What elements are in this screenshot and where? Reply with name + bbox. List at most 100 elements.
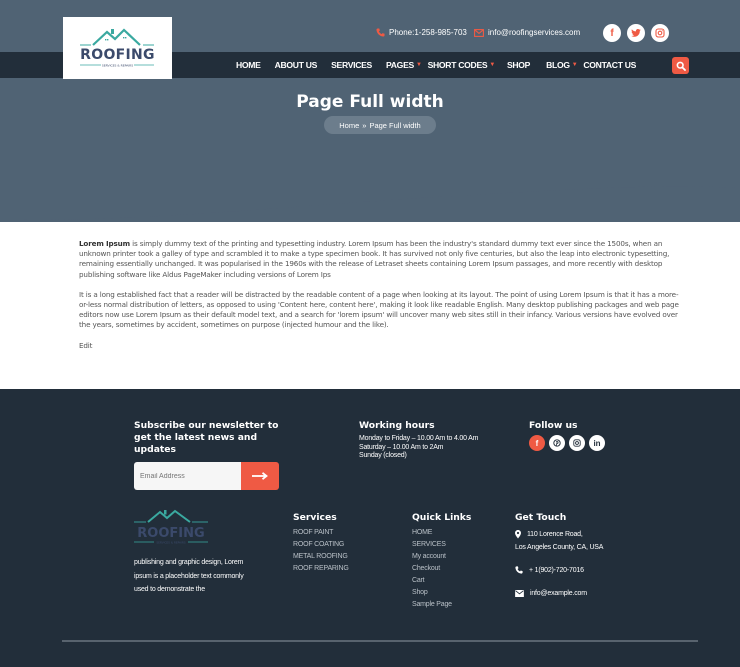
working-hours-section: Working hours Monday to Friday – 10.00 A…	[359, 420, 479, 461]
services-list: ROOF PAINT ROOF COATING METAL ROOFING RO…	[293, 527, 349, 575]
nav-pages[interactable]: PAGES ▼	[386, 60, 422, 70]
footer-facebook-link[interactable]: f	[529, 435, 545, 451]
roofing-logo-icon: ROOFING SERVICES & REPAIRS	[80, 28, 155, 68]
footer-logo-text: ROOFING	[137, 526, 204, 541]
facebook-icon: f	[610, 27, 614, 39]
breadcrumb-home[interactable]: Home	[339, 121, 359, 130]
hours-sunday: Sunday (closed)	[359, 452, 407, 459]
caret-down-icon: ▼	[489, 62, 495, 68]
breadcrumb: Home » Page Full width	[324, 116, 436, 134]
working-hours-list: Monday to Friday – 10.00 Am to 4.00 Am S…	[359, 435, 479, 461]
quick-link[interactable]: Cart	[412, 575, 471, 587]
instagram-link[interactable]	[651, 24, 669, 42]
quick-link[interactable]: SERVICES	[412, 539, 471, 551]
footer-pinterest-link[interactable]	[549, 435, 565, 451]
nav-label: SHORT CODES	[427, 60, 488, 70]
quick-link[interactable]: Checkout	[412, 563, 471, 575]
services-link[interactable]: ROOF COATING	[293, 539, 349, 551]
footer-logo[interactable]: ROOFING SERVICES & REPAIRS	[134, 509, 210, 549]
breadcrumb-separator-icon: »	[362, 120, 367, 130]
footer-social-links: f in	[529, 435, 605, 451]
quick-link[interactable]: Shop	[412, 587, 471, 599]
nav-contact-us[interactable]: CONTACT US	[583, 60, 636, 70]
hero-wave	[0, 185, 740, 220]
get-touch-heading: Get Touch	[515, 512, 567, 523]
address-row: 110 Lorence Road,	[515, 528, 603, 541]
email-text: info@roofingservices.com	[488, 28, 581, 37]
nav-label: SERVICES	[331, 60, 372, 70]
nav-services[interactable]: SERVICES	[331, 60, 372, 70]
nav-label: BLOG	[546, 60, 570, 70]
footer-phone: + 1(902)-720-7016	[529, 567, 584, 574]
pinterest-icon	[553, 439, 561, 447]
footer-linkedin-link[interactable]: in	[589, 435, 605, 451]
footer-about-text: publishing and graphic design, Lorem ips…	[134, 559, 244, 593]
newsletter-heading: Subscribe our newsletter to get the late…	[134, 420, 279, 455]
hours-weekday: Monday to Friday – 10.00 Am to 4.00 Am	[359, 435, 479, 442]
breadcrumb-current: Page Full width	[369, 120, 421, 130]
phone-icon	[376, 28, 385, 37]
follow-us-section: Follow us f in	[529, 420, 605, 451]
phone-text: Phone:1-258-985-703	[389, 28, 467, 37]
nav-about-us[interactable]: ABOUT US	[274, 60, 318, 70]
footer-instagram-link[interactable]	[569, 435, 585, 451]
page-content: Lorem Ipsum is simply dummy text of the …	[79, 239, 679, 351]
map-pin-icon	[515, 530, 521, 539]
quick-link[interactable]: My account	[412, 551, 471, 563]
instagram-icon	[655, 28, 665, 38]
search-button[interactable]	[672, 57, 689, 74]
phone-row[interactable]: + 1(902)-720-7016	[515, 564, 603, 577]
caret-down-icon: ▼	[415, 62, 422, 68]
footer-services: Services ROOF PAINT ROOF COATING METAL R…	[293, 512, 349, 575]
address-row-2: Los Angeles County, CA, USA	[515, 541, 603, 554]
logo-tagline: SERVICES & REPAIRS	[102, 64, 133, 68]
lorem-lead: Lorem Ipsum	[79, 239, 130, 248]
nav-label: PAGES	[385, 60, 414, 70]
services-link[interactable]: METAL ROOFING	[293, 551, 349, 563]
content-paragraph-1: Lorem Ipsum is simply dummy text of the …	[79, 239, 679, 280]
footer-quick-links: Quick Links HOME SERVICES My account Che…	[412, 512, 471, 611]
services-link[interactable]: ROOF REPARING	[293, 563, 349, 575]
quick-link[interactable]: Sample Page	[412, 599, 471, 611]
site-logo[interactable]: ROOFING SERVICES & REPAIRS	[63, 17, 172, 79]
main-nav: HOME ABOUT US SERVICES PAGES ▼ SHORT CODE…	[236, 52, 650, 78]
nav-blog[interactable]: BLOG ▼	[546, 60, 578, 70]
envelope-icon	[474, 28, 484, 37]
quick-link[interactable]: HOME	[412, 527, 471, 539]
quick-links-list: HOME SERVICES My account Checkout Cart S…	[412, 527, 471, 611]
page-title: Page Full width	[296, 92, 444, 112]
email-address-input[interactable]	[134, 462, 241, 490]
nav-label: SHOP	[506, 60, 531, 70]
quick-links-heading: Quick Links	[412, 512, 472, 523]
nav-short-codes[interactable]: SHORT CODES ▼	[427, 60, 496, 70]
page: Phone:1-258-985-703 info@roofingservices…	[0, 0, 740, 667]
nav-label: ABOUT US	[274, 60, 318, 70]
footer-logo-tagline: SERVICES & REPAIRS	[156, 541, 185, 545]
site-footer: Subscribe our newsletter to get the late…	[0, 389, 740, 667]
services-link[interactable]: ROOF PAINT	[293, 527, 349, 539]
facebook-link[interactable]: f	[603, 24, 621, 42]
edit-link[interactable]: Edit	[79, 341, 92, 350]
services-heading: Services	[293, 512, 337, 523]
paragraph-text: is simply dummy text of the printing and…	[79, 239, 670, 279]
envelope-icon	[515, 590, 524, 597]
phone-icon	[515, 566, 523, 574]
address-line-2: Los Angeles County, CA, USA	[515, 544, 604, 551]
nav-shop[interactable]: SHOP	[507, 60, 530, 70]
email-row[interactable]: info@example.com	[515, 587, 603, 600]
hours-saturday: Saturday – 10.00 Am to 2Am	[359, 443, 444, 451]
arrow-right-icon	[252, 472, 268, 480]
newsletter-section: Subscribe our newsletter to get the late…	[134, 420, 284, 456]
contact-email[interactable]: info@roofingservices.com	[474, 28, 580, 37]
subscribe-button[interactable]	[241, 462, 279, 490]
nav-home[interactable]: HOME	[236, 60, 261, 70]
contact-phone[interactable]: Phone:1-258-985-703	[376, 28, 467, 37]
footer-email: info@example.com	[530, 590, 587, 597]
footer-divider	[62, 640, 698, 642]
nav-label: HOME	[236, 60, 261, 70]
caret-down-icon: ▼	[571, 62, 578, 68]
content-paragraph-2: It is a long established fact that a rea…	[79, 289, 679, 330]
twitter-link[interactable]	[627, 24, 645, 42]
instagram-icon	[573, 439, 581, 447]
twitter-icon	[631, 29, 641, 37]
